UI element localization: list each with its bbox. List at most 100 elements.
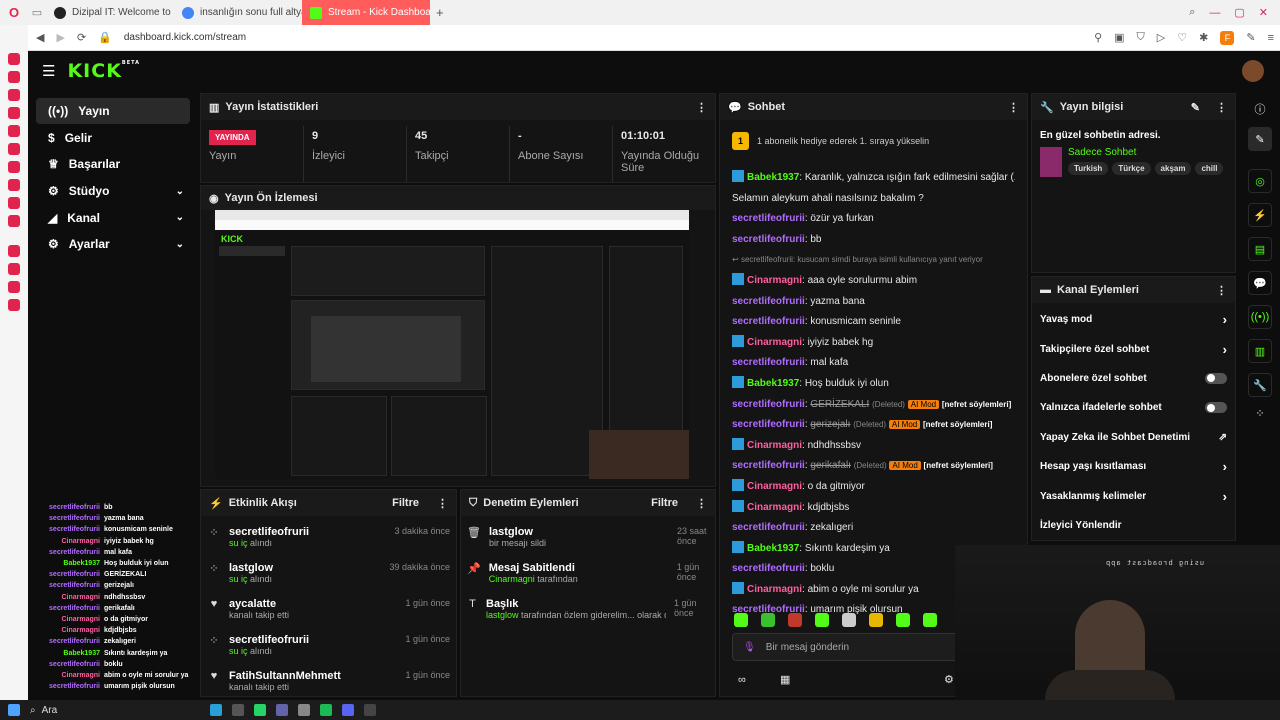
pin-icon[interactable]	[8, 245, 20, 257]
category-link[interactable]: Sadece Sohbet	[1068, 147, 1223, 158]
channel-action[interactable]: Yalnızca ifadelerle sohbet	[1032, 393, 1235, 422]
minimize-icon[interactable]: —	[1209, 7, 1220, 19]
obs-icon[interactable]	[364, 704, 376, 716]
settings-icon[interactable]	[8, 299, 20, 311]
chat-message[interactable]: secretlifeofrurii: konusmicam seninle	[732, 312, 1015, 333]
clock-icon[interactable]	[298, 704, 310, 716]
back-icon[interactable]: ◀	[36, 31, 44, 44]
stream-tag[interactable]: akşam	[1154, 162, 1192, 175]
chat-settings-icon[interactable]: ⚙	[944, 673, 954, 686]
search-icon[interactable]: ⌕	[1189, 6, 1195, 19]
close-window-icon[interactable]: ✕	[1259, 6, 1268, 19]
more-icon[interactable]: ⋮	[1008, 101, 1019, 114]
twitch-icon[interactable]	[8, 143, 20, 155]
chat-username[interactable]: secretlifeofrurii	[732, 357, 805, 368]
moderation-item[interactable]: T Başlık lastglow tarafından özlem giderel…	[467, 594, 709, 630]
microphone-icon[interactable]: 🎙	[743, 642, 756, 653]
edit-icon[interactable]: ✎	[1191, 101, 1200, 114]
moderation-item[interactable]: 📌 Mesaj Sabitlendi Cinarmagni tarafından 1 …	[467, 558, 709, 594]
browser-tab[interactable]: insanlığın sonu full altyaz	[174, 0, 302, 25]
chat-message[interactable]: secretlifeofrurii: gerizejalı (Deleted) …	[732, 415, 1015, 436]
messenger-icon[interactable]	[8, 53, 20, 65]
chat-username[interactable]: Cinarmagni	[747, 584, 802, 595]
extension-icon[interactable]: ✎	[1246, 31, 1255, 44]
channel-action[interactable]: Yapay Zeka ile Sohbet Denetimi ⇗	[1032, 423, 1235, 452]
emote-icon[interactable]	[869, 613, 883, 627]
users-icon[interactable]: ∞	[738, 674, 746, 686]
discord-icon[interactable]	[8, 215, 20, 227]
extension-icon[interactable]: ✱	[1199, 31, 1208, 44]
chat-username[interactable]: Babek1937	[747, 543, 799, 554]
chat-message[interactable]: secretlifeofrurii: zekalıgeri	[732, 518, 1015, 539]
chat-message[interactable]: Babek1937: Karanlık, yalnızca ışığın far…	[732, 168, 1015, 189]
pinned-message[interactable]: 1 1 abonelik hediye ederek 1. sıraya yüks…	[732, 132, 929, 150]
avatar[interactable]	[1242, 60, 1264, 82]
vpn-icon[interactable]	[8, 71, 20, 83]
edit-icon[interactable]: ✎	[1248, 127, 1272, 151]
emote-icon[interactable]	[734, 613, 748, 627]
stream-tag[interactable]: chill	[1195, 162, 1224, 175]
instagram-icon[interactable]	[8, 179, 20, 191]
tab-icon[interactable]: ▭	[28, 6, 46, 19]
activity-item[interactable]: ♥ FatihSultannMehmett kanalı takip etti 1 g…	[207, 666, 450, 702]
more-icon[interactable]: ⋮	[696, 497, 707, 510]
chat-username[interactable]: secretlifeofrurii	[732, 419, 805, 430]
chat-message[interactable]: secretlifeofrurii: yazma bana	[732, 292, 1015, 313]
camera-icon[interactable]: ◎	[1248, 169, 1272, 193]
chat-username[interactable]: secretlifeofrurii	[732, 316, 805, 327]
extension-icon[interactable]	[8, 107, 20, 119]
nav-item-ayarlar[interactable]: ⚙ Ayarlar ⌄	[36, 231, 190, 257]
emote-icon[interactable]	[815, 613, 829, 627]
kick-logo[interactable]: KICKBETA	[67, 60, 140, 82]
more-icon[interactable]: ⋮	[696, 101, 707, 114]
music-icon[interactable]	[8, 125, 20, 137]
browser-tab[interactable]: Dizipal IT: Welcome to De	[46, 0, 174, 25]
channel-action[interactable]: Hesap yaşı kısıtlaması ›	[1032, 452, 1235, 481]
chat-username[interactable]: secretlifeofrurii	[732, 213, 805, 224]
chat-message[interactable]: Cinarmagni: ndhdhssbsv	[732, 436, 1015, 457]
shield-icon[interactable]: ⛉	[1137, 31, 1145, 44]
windows-start-icon[interactable]	[8, 704, 20, 716]
chat-message[interactable]: Cinarmagni: o da gitmiyor	[732, 477, 1015, 498]
store-icon[interactable]: ▦	[780, 673, 790, 686]
channel-action[interactable]: Takipçilere özel sohbet ›	[1032, 334, 1235, 363]
activity-item[interactable]: ♥ aycalatte kanalı takip etti 1 gün önce	[207, 594, 450, 630]
discord-icon[interactable]	[342, 704, 354, 716]
chat-message[interactable]: ↩ secretlifeofrurii: kusucam simdi buray…	[732, 250, 1015, 271]
nav-item-yayin[interactable]: ((•)) Yayın	[36, 98, 190, 124]
chat-message[interactable]: Cinarmagni: kdjdbjsbs	[732, 498, 1015, 519]
more-icon[interactable]: ⋮	[1216, 101, 1227, 114]
activity-item[interactable]: ⁘ lastglow su iç alındı 39 dakika önce	[207, 558, 450, 594]
chat-username[interactable]: Babek1937	[747, 378, 799, 389]
forward-icon[interactable]: ▶	[56, 31, 64, 44]
channel-action[interactable]: Yasaklanmış kelimeler ›	[1032, 481, 1235, 510]
chat-username[interactable]: secretlifeofrurii	[732, 522, 805, 533]
channel-action[interactable]: Abonelere özel sohbet	[1032, 364, 1235, 393]
opera-icon[interactable]	[232, 704, 244, 716]
moderation-item[interactable]: 🗑 lastglow bir mesajı sildi 23 saat önce	[467, 522, 709, 558]
snapshot-icon[interactable]: ▣	[1114, 31, 1124, 44]
apps-icon[interactable]: ⁘	[1255, 407, 1264, 420]
whatsapp-icon[interactable]	[8, 161, 20, 173]
chat-username[interactable]: Cinarmagni	[747, 337, 802, 348]
chat-message[interactable]: Selamın aleykum ahali nasılsınız bakalım…	[732, 189, 1015, 210]
chat-username[interactable]: Cinarmagni	[747, 440, 802, 451]
x-icon[interactable]	[8, 197, 20, 209]
nav-item-basarilar[interactable]: ♕ Başarılar	[36, 151, 190, 177]
chat-message[interactable]: Babek1937: Hoş bulduk iyi olun	[732, 374, 1015, 395]
emote-icon[interactable]	[842, 613, 856, 627]
nav-item-kanal[interactable]: ◢ Kanal ⌄	[36, 205, 190, 231]
chat-username[interactable]: Babek1937	[747, 172, 799, 183]
chat-message[interactable]: secretlifeofrurii: özür ya furkan	[732, 209, 1015, 230]
url-field[interactable]: dashboard.kick.com/stream	[124, 32, 246, 43]
chat-message[interactable]: secretlifeofrurii: bb	[732, 230, 1015, 251]
chat-icon[interactable]: 💬	[1248, 271, 1272, 295]
pin-icon[interactable]: ⚲	[1094, 31, 1102, 44]
info-icon[interactable]: ⓘ	[1255, 101, 1266, 117]
document-icon[interactable]: ▤	[1248, 237, 1272, 261]
hamburger-icon[interactable]: ☰	[42, 62, 55, 80]
spotify-icon[interactable]	[320, 704, 332, 716]
chat-input[interactable]: 🎙 Bir mesaj gönderin	[732, 633, 962, 661]
stream-preview-video[interactable]: KICK	[215, 210, 689, 479]
chat-username[interactable]: secretlifeofrurii	[732, 234, 805, 245]
